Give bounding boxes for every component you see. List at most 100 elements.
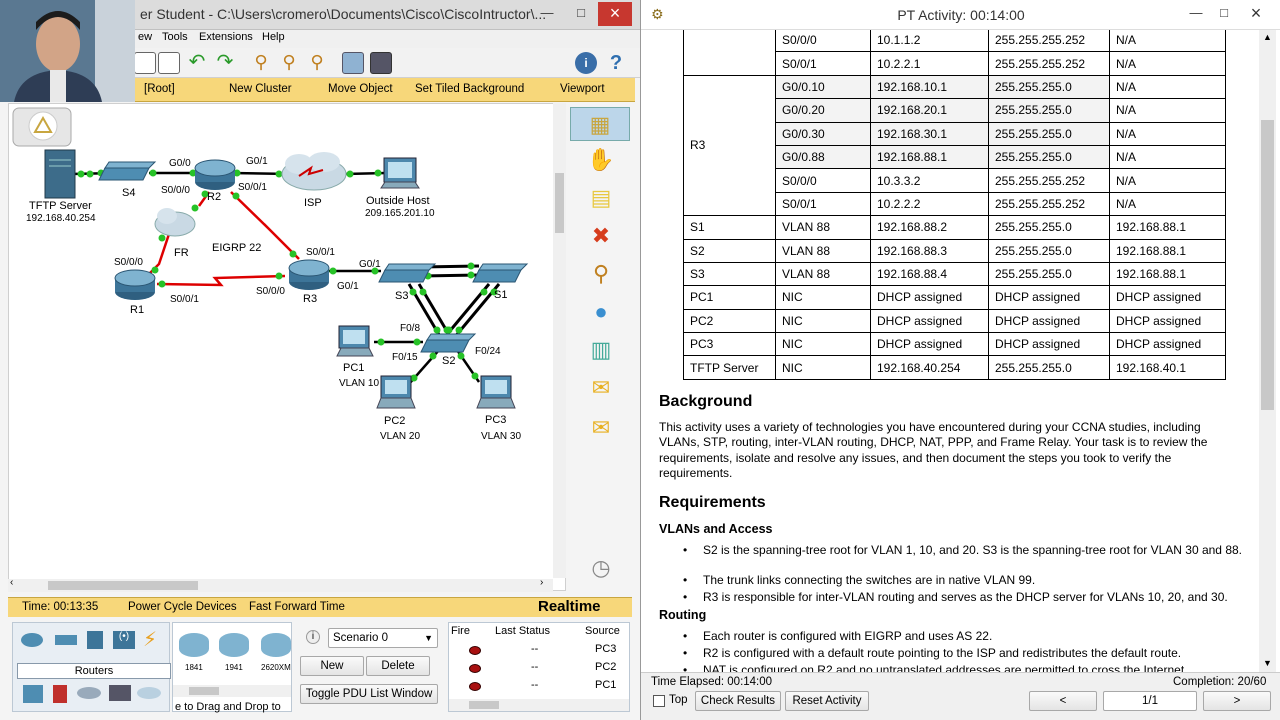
menu-help[interactable]: Help bbox=[262, 31, 285, 43]
pc1-icon[interactable] bbox=[336, 325, 374, 357]
activity-scroll-thumb[interactable] bbox=[1261, 120, 1274, 410]
scroll-down-icon[interactable]: ▼ bbox=[1263, 658, 1272, 668]
router-1941-icon[interactable] bbox=[219, 633, 249, 657]
isp-cloud-icon[interactable] bbox=[281, 152, 347, 191]
workspace-vertical-scrollbar[interactable] bbox=[553, 103, 566, 578]
add-simple-pdu-icon[interactable]: ✉ bbox=[586, 373, 616, 403]
activity-vertical-scrollbar[interactable]: ▲ ▼ bbox=[1259, 30, 1276, 672]
hscroll-thumb[interactable] bbox=[48, 581, 198, 590]
table-cell: 192.168.20.1 bbox=[870, 98, 989, 123]
hubs-category-icon[interactable] bbox=[87, 631, 103, 649]
paste-icon[interactable] bbox=[158, 52, 180, 74]
check-results-button[interactable]: Check Results bbox=[695, 691, 781, 711]
r2-router-icon[interactable] bbox=[194, 159, 236, 190]
nav-new-cluster[interactable]: New Cluster bbox=[229, 83, 292, 95]
activity-close-button[interactable]: × bbox=[1239, 2, 1273, 26]
nav-set-tiled-background[interactable]: Set Tiled Background bbox=[415, 83, 524, 95]
zoom-out-icon[interactable]: ⚲ bbox=[306, 52, 328, 74]
minimize-button[interactable]: — bbox=[530, 2, 564, 26]
toggle-pdu-list-button[interactable]: Toggle PDU List Window bbox=[300, 684, 438, 704]
fire-icon[interactable] bbox=[469, 664, 481, 673]
hand-tool-icon[interactable]: ✋ bbox=[586, 145, 616, 175]
nav-root[interactable]: [Root] bbox=[144, 83, 175, 95]
nav-viewport[interactable]: Viewport bbox=[560, 83, 605, 95]
cluster-icon[interactable] bbox=[12, 107, 72, 147]
workspace-horizontal-scrollbar[interactable]: ‹ › bbox=[8, 577, 553, 592]
multiuser-category-icon[interactable] bbox=[137, 687, 161, 699]
connections-category-icon[interactable]: ⚡ bbox=[143, 627, 157, 652]
menu-tools[interactable]: Tools bbox=[162, 31, 188, 43]
custom-devices-category-icon[interactable] bbox=[109, 685, 131, 701]
table-cell: 10.2.2.2 bbox=[870, 191, 989, 217]
pdu-row[interactable]: -- PC3 bbox=[449, 643, 629, 659]
add-complex-pdu-icon[interactable]: ✉ bbox=[586, 413, 616, 443]
r3-router-icon[interactable] bbox=[288, 259, 330, 290]
s1-switch-icon[interactable] bbox=[472, 263, 529, 283]
s3-switch-icon[interactable] bbox=[378, 263, 437, 283]
undo-icon[interactable]: ↶ bbox=[186, 52, 208, 74]
inspect-tool-icon[interactable]: ⚲ bbox=[586, 259, 616, 289]
note-tool-icon[interactable]: ▤ bbox=[586, 183, 616, 213]
end-devices-category-icon[interactable] bbox=[23, 685, 43, 703]
top-checkbox[interactable] bbox=[653, 695, 665, 707]
tftp-server-icon[interactable] bbox=[44, 149, 76, 199]
realtime-mode-label[interactable]: Realtime bbox=[538, 598, 601, 615]
zoom-in-icon[interactable]: ⚲ bbox=[250, 52, 272, 74]
resize-tool-icon[interactable]: ▥ bbox=[586, 335, 616, 365]
maximize-button[interactable]: □ bbox=[564, 2, 598, 26]
router-2620xm-icon[interactable] bbox=[261, 633, 291, 657]
select-tool-icon[interactable]: ▦ bbox=[570, 107, 630, 141]
scroll-left-icon[interactable]: ‹ bbox=[10, 577, 13, 588]
palette-icon[interactable] bbox=[342, 52, 364, 74]
pdu-list-scrollbar[interactable] bbox=[449, 699, 629, 711]
power-cycle-devices-button[interactable]: Power Cycle Devices bbox=[128, 601, 237, 613]
device-list-scrollbar[interactable] bbox=[173, 685, 291, 697]
vscroll-thumb[interactable] bbox=[555, 173, 564, 233]
security-category-icon[interactable] bbox=[53, 685, 67, 703]
wireless-category-icon[interactable]: (•) bbox=[113, 631, 135, 649]
reset-activity-button[interactable]: Reset Activity bbox=[785, 691, 869, 711]
s4-switch-icon[interactable] bbox=[98, 161, 157, 181]
zoom-reset-icon[interactable]: ⚲ bbox=[278, 52, 300, 74]
draw-shape-tool-icon[interactable]: ● bbox=[586, 297, 616, 327]
r1-router-icon[interactable] bbox=[114, 269, 156, 300]
info-icon[interactable]: i bbox=[575, 52, 597, 74]
pdu-row[interactable]: -- PC2 bbox=[449, 661, 629, 677]
previous-page-button[interactable]: < bbox=[1029, 691, 1097, 711]
close-button[interactable]: × bbox=[598, 2, 632, 26]
pdu-row[interactable]: -- PC1 bbox=[449, 679, 629, 695]
routers-category-icon[interactable] bbox=[21, 633, 43, 647]
s2-switch-icon[interactable] bbox=[420, 333, 477, 353]
delete-tool-icon[interactable]: ✖ bbox=[586, 221, 616, 251]
scenario-select[interactable]: Scenario 0 ▼ bbox=[328, 628, 438, 648]
device-category-label: Routers bbox=[17, 663, 171, 679]
pc3-icon[interactable] bbox=[476, 375, 516, 409]
logical-workspace[interactable]: TFTP Server 192.168.40.254 S4 R2 ISP Out… bbox=[8, 103, 566, 591]
pc2-icon[interactable] bbox=[376, 375, 416, 409]
activity-maximize-button[interactable]: □ bbox=[1207, 2, 1241, 26]
fr-cloud-icon[interactable] bbox=[154, 208, 196, 237]
delete-scenario-button[interactable]: Delete bbox=[366, 656, 430, 676]
table-cell: DHCP assigned bbox=[870, 332, 989, 357]
wan-emulation-category-icon[interactable] bbox=[77, 687, 101, 699]
menu-extensions[interactable]: Extensions bbox=[199, 31, 253, 43]
router-1841-icon[interactable] bbox=[179, 633, 209, 657]
redo-icon[interactable]: ↷ bbox=[214, 52, 236, 74]
menu-view[interactable]: ew bbox=[138, 31, 152, 43]
realtime-clock-icon[interactable]: ◷ bbox=[586, 553, 616, 583]
page-indicator[interactable]: 1/1 bbox=[1103, 691, 1197, 711]
fire-icon[interactable] bbox=[469, 682, 481, 691]
new-scenario-button[interactable]: New bbox=[300, 656, 364, 676]
fire-icon[interactable] bbox=[469, 646, 481, 655]
help-icon[interactable]: ? bbox=[605, 52, 627, 74]
outside-host-pc-icon[interactable] bbox=[380, 157, 420, 189]
scroll-up-icon[interactable]: ▲ bbox=[1263, 32, 1272, 42]
scenario-info-icon[interactable]: i bbox=[306, 630, 320, 644]
switches-category-icon[interactable] bbox=[55, 635, 77, 645]
custom-device-icon[interactable] bbox=[370, 52, 392, 74]
nav-move-object[interactable]: Move Object bbox=[328, 83, 393, 95]
next-page-button[interactable]: > bbox=[1203, 691, 1271, 711]
fast-forward-time-button[interactable]: Fast Forward Time bbox=[249, 601, 345, 613]
copy-icon[interactable] bbox=[134, 52, 156, 74]
scroll-right-icon[interactable]: › bbox=[540, 577, 543, 588]
